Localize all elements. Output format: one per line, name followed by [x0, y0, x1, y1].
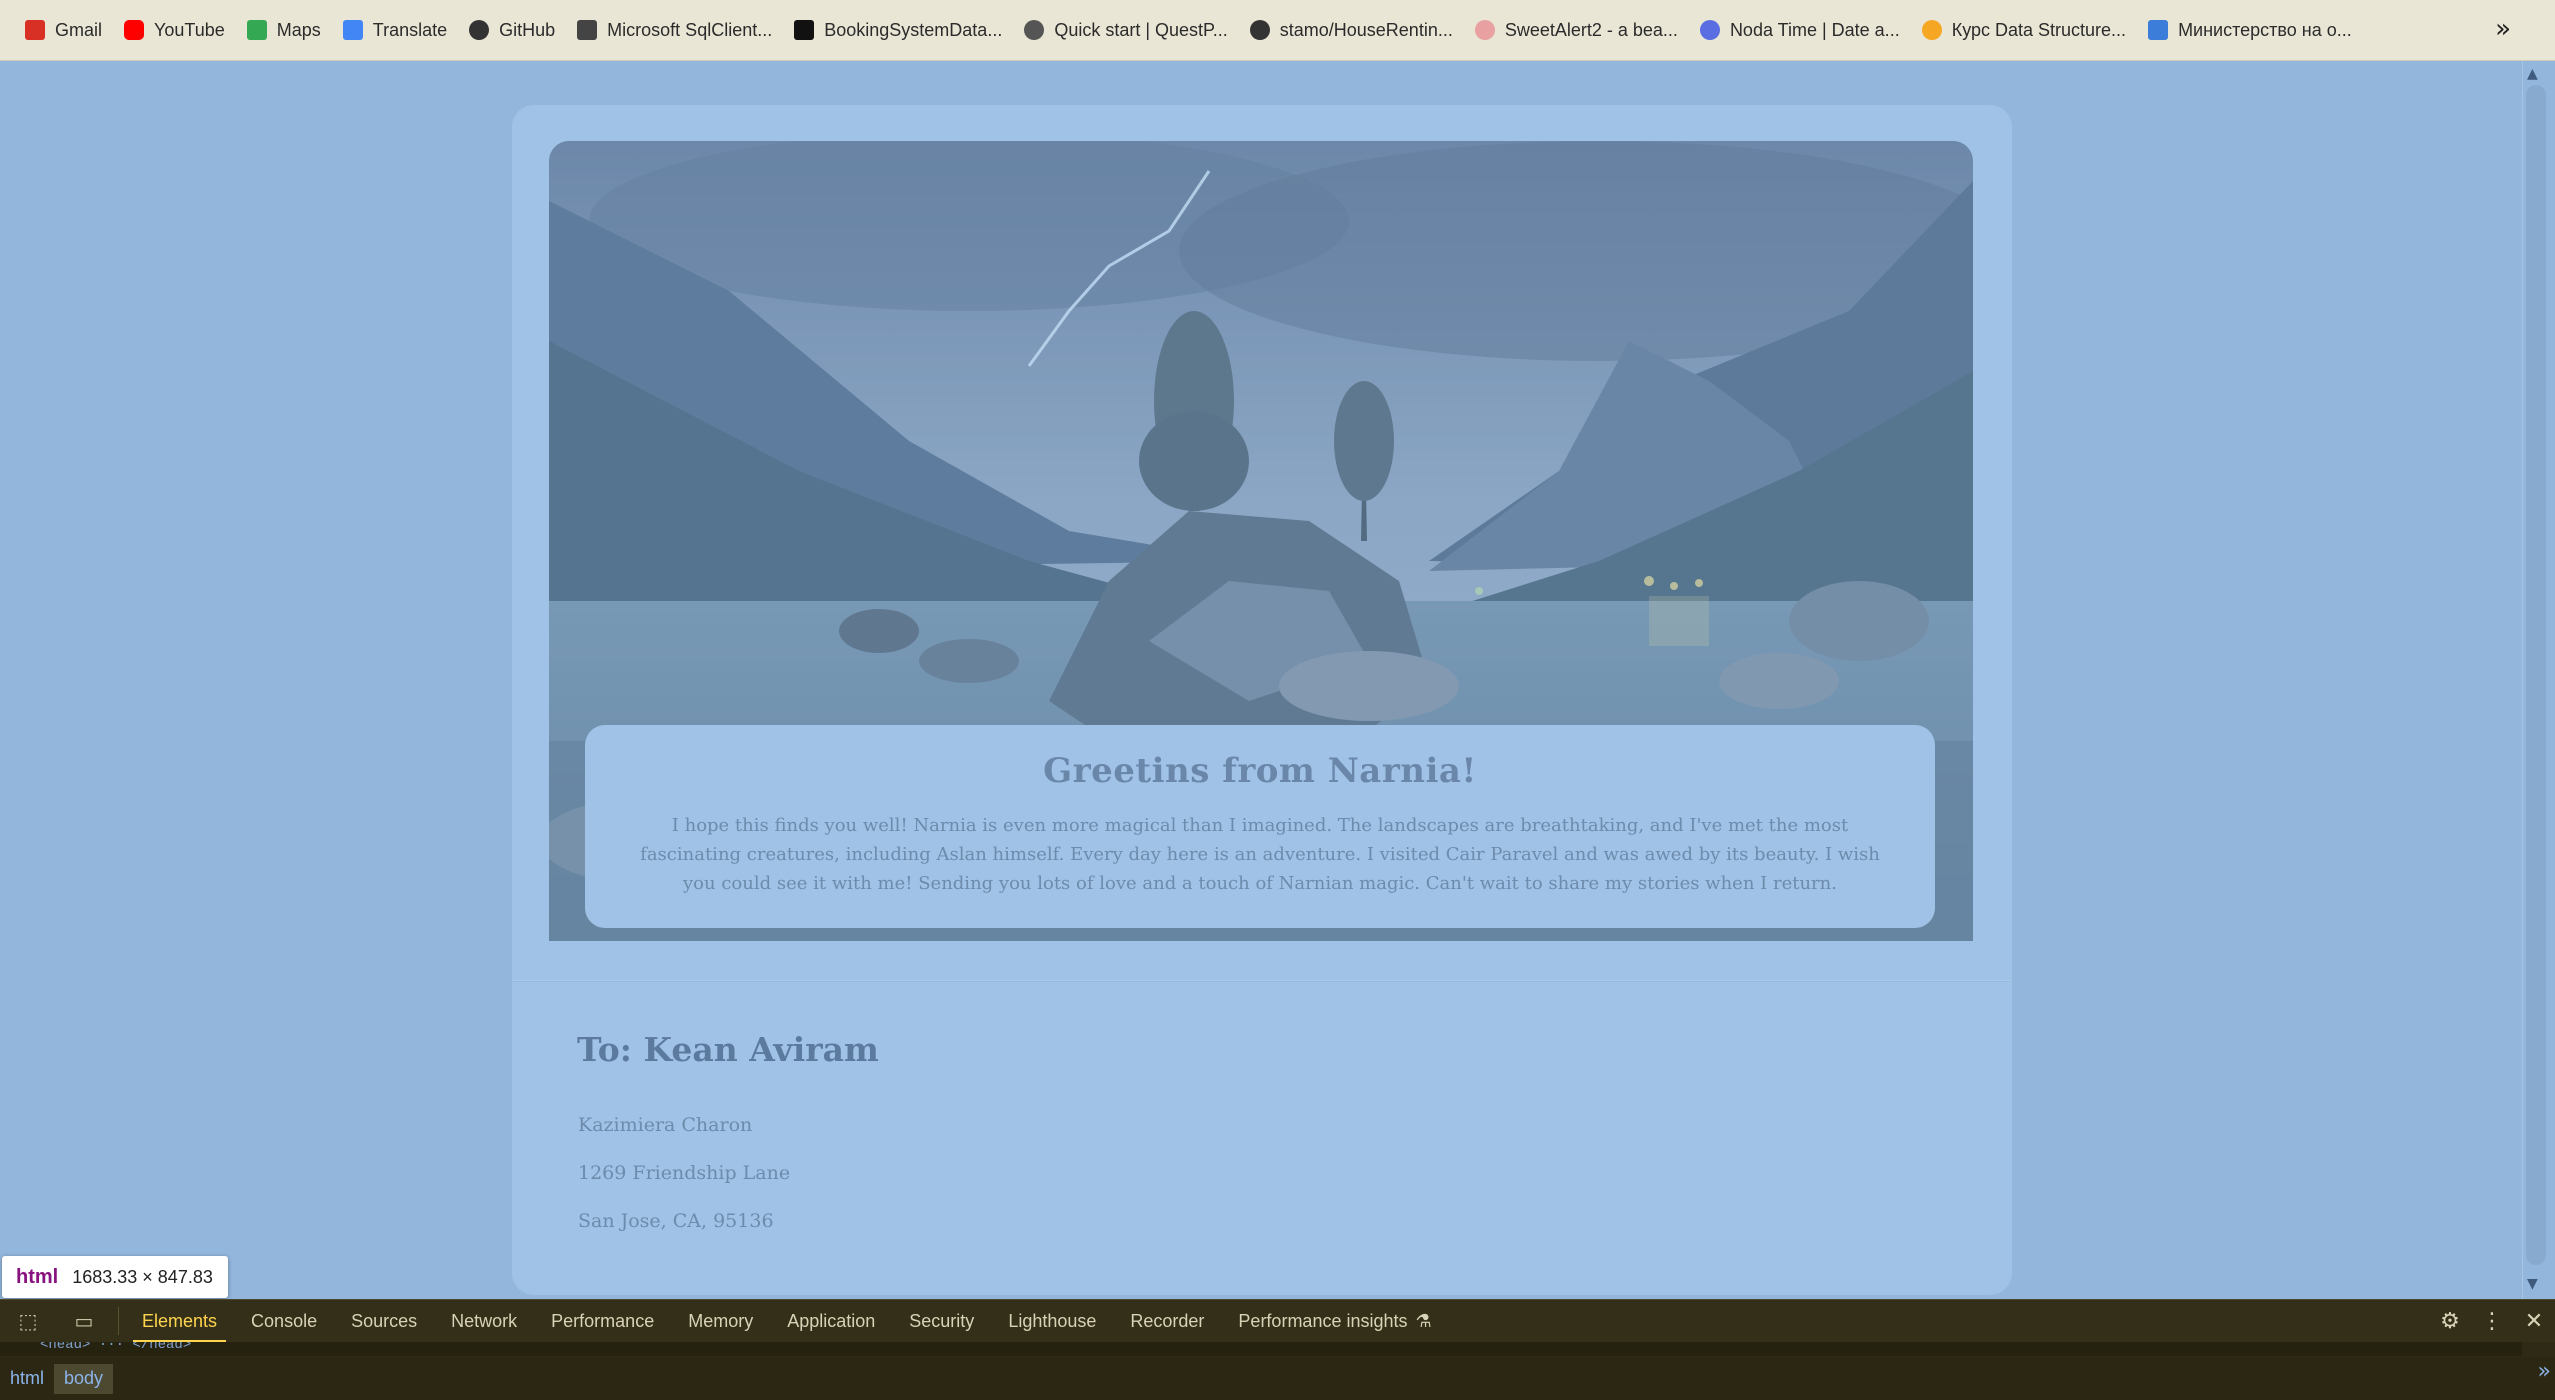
settings-gear-icon[interactable]: ⚙ — [2429, 1309, 2471, 1334]
breadcrumb-html[interactable]: html — [0, 1364, 54, 1394]
greeting-message-text: I hope this finds you well! Narnia is ev… — [640, 815, 1880, 894]
book-icon — [2148, 20, 2169, 40]
tab-application[interactable]: Application — [770, 1300, 892, 1343]
gmail-icon — [25, 20, 45, 40]
greeting-title: Greetins from Narnia! — [1043, 751, 1477, 791]
more-options-icon[interactable]: ⋮ — [2471, 1309, 2513, 1334]
flask-icon: ⚗ — [1415, 1310, 1432, 1331]
bookmark-ministry[interactable]: Министерство на о... — [2137, 10, 2363, 50]
bookmark-course[interactable]: Курс Data Structure... — [1911, 10, 2137, 50]
bookmarks-overflow-chevron-icon[interactable]: » — [2495, 14, 2511, 44]
tab-performance[interactable]: Performance — [534, 1300, 671, 1343]
bookmark-questpdf[interactable]: Quick start | QuestP... — [1013, 10, 1238, 50]
devtools-tab-bar: ⬚ ▭ Elements Console Sources Network Per… — [0, 1299, 2555, 1343]
head-element-line[interactable]: <head> ··· </head> — [0, 1342, 2522, 1352]
tab-performance-insights-label: Performance insights — [1238, 1310, 1408, 1331]
maps-icon — [246, 20, 267, 40]
nodatime-icon — [1699, 20, 1720, 40]
bookmark-bookingsystem[interactable]: BookingSystemData... — [783, 10, 1013, 50]
tab-network[interactable]: Network — [434, 1300, 534, 1343]
course-icon — [1921, 20, 1942, 40]
bookmark-gmail[interactable]: Gmail — [14, 10, 113, 50]
elements-tree-partial: <head> ··· </head> — [0, 1342, 2522, 1356]
devtools-actions: ⚙ ⋮ ✕ — [2429, 1300, 2555, 1343]
tab-recorder[interactable]: Recorder — [1113, 1300, 1221, 1343]
toolbar-separator — [118, 1307, 119, 1335]
tab-memory[interactable]: Memory — [671, 1300, 770, 1343]
inspect-element-icon[interactable]: ⬚ — [0, 1300, 56, 1343]
scroll-up-arrow-icon[interactable]: ▲ — [2527, 66, 2538, 82]
bookmark-translate[interactable]: Translate — [332, 10, 458, 50]
expand-panel-icon[interactable]: » — [2538, 1359, 2551, 1384]
device-toolbar-icon[interactable]: ▭ — [56, 1300, 112, 1343]
close-icon[interactable]: ✕ — [2513, 1309, 2555, 1334]
tooltip-dimensions: 1683.33 × 847.83 — [72, 1266, 213, 1287]
bookmark-houserenting[interactable]: stamo/HouseRentin... — [1239, 10, 1464, 50]
tab-lighthouse[interactable]: Lighthouse — [991, 1300, 1113, 1343]
tab-sources[interactable]: Sources — [334, 1300, 434, 1343]
youtube-icon — [124, 20, 145, 40]
inspect-element-tooltip: html 1683.33 × 847.83 — [2, 1256, 228, 1298]
greeting-message-panel: Greetins from Narnia! I hope this finds … — [585, 725, 1935, 928]
sender-name: Kazimiera Charon — [578, 1114, 753, 1136]
breadcrumb-body[interactable]: body — [54, 1363, 114, 1394]
sweetalert-icon — [1474, 20, 1495, 40]
tab-console[interactable]: Console — [234, 1300, 334, 1343]
address-street: 1269 Friendship Lane — [578, 1162, 791, 1184]
bookmark-sqlclient[interactable]: Microsoft SqlClient... — [566, 10, 783, 50]
bookmark-github[interactable]: GitHub — [458, 10, 566, 50]
tab-performance-insights[interactable]: Performance insights ⚗ — [1221, 1300, 1448, 1343]
bookmark-nodatime[interactable]: Noda Time | Date a... — [1689, 10, 1911, 50]
bookmarks-bar: Gmail YouTube Maps Translate GitHub Micr… — [0, 0, 2555, 61]
tab-security[interactable]: Security — [892, 1300, 991, 1343]
address-city: San Jose, CA, 95136 — [578, 1210, 774, 1232]
github-icon — [469, 20, 490, 40]
scroll-down-arrow-icon[interactable]: ▼ — [2527, 1276, 2538, 1292]
devtools-panel: ⬚ ▭ Elements Console Sources Network Per… — [0, 1299, 2555, 1400]
translate-icon — [342, 20, 363, 40]
section-divider — [512, 980, 2012, 982]
recipient-line: To: Kean Aviram — [577, 1030, 879, 1069]
tab-elements[interactable]: Elements — [125, 1300, 234, 1343]
sqlclient-icon — [577, 20, 598, 40]
tooltip-tag: html — [16, 1265, 59, 1288]
github-icon — [1249, 20, 1270, 40]
booking-icon — [794, 20, 815, 40]
bookmark-sweetalert[interactable]: SweetAlert2 - a bea... — [1464, 10, 1689, 50]
bookmark-maps[interactable]: Maps — [236, 10, 332, 50]
scrollbar-thumb[interactable] — [2526, 85, 2546, 1265]
bookmark-youtube[interactable]: YouTube — [113, 10, 236, 50]
questpdf-icon — [1024, 20, 1045, 40]
breadcrumb: html body — [0, 1357, 2555, 1400]
